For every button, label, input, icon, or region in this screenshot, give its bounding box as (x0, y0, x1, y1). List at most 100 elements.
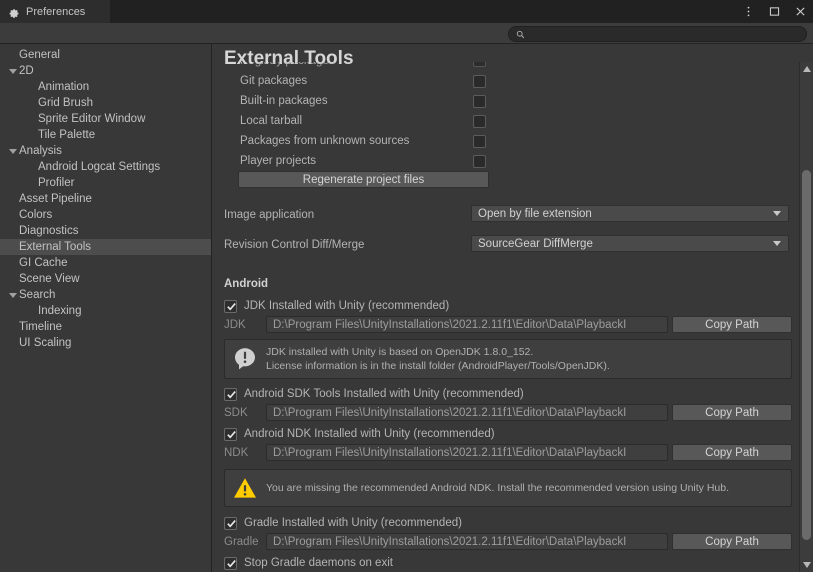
sidebar-item-label: Scene View (19, 273, 80, 285)
gradle-copy-path-button[interactable]: Copy Path (672, 533, 792, 551)
package-row-packages-from-unknown-sources[interactable]: Packages from unknown sources (213, 131, 797, 151)
sdk-path-row: SDK D:\Program Files\UnityInstallations\… (213, 404, 797, 424)
image-application-label: Image application (224, 209, 315, 221)
kebab-menu-icon[interactable] (742, 5, 755, 18)
sidebar-item-analysis[interactable]: Analysis (0, 143, 211, 159)
preferences-window: Preferences General 2D Animation Grid Br… (0, 0, 813, 572)
info-icon (235, 348, 255, 370)
jdk-copy-path-button[interactable]: Copy Path (672, 316, 792, 333)
package-row-git-packages[interactable]: Git packages (213, 71, 797, 91)
sidebar-item-diagnostics[interactable]: Diagnostics (0, 223, 211, 239)
warning-icon (234, 478, 256, 498)
gradle-installed-checkbox-row[interactable]: Gradle Installed with Unity (recommended… (213, 513, 797, 533)
jdk-info-line-1: JDK installed with Unity is based on Ope… (266, 346, 534, 358)
tab-preferences[interactable]: Preferences (0, 0, 110, 23)
search-field[interactable] (508, 26, 807, 42)
sdk-installed-checkbox[interactable] (224, 387, 237, 401)
sidebar-item-tile-palette[interactable]: Tile Palette (0, 127, 211, 143)
package-row-label: Player projects (240, 155, 317, 167)
image-application-value: Open by file extension (478, 207, 592, 220)
ndk-installed-checkbox-row[interactable]: Android NDK Installed with Unity (recomm… (213, 424, 797, 444)
sidebar-item-indexing[interactable]: Indexing (0, 303, 211, 319)
chevron-down-icon (773, 211, 781, 216)
checkmark-icon (227, 390, 236, 399)
package-row-registry-packages[interactable]: Registry packages (213, 62, 797, 71)
ndk-field-label: NDK (224, 447, 249, 460)
package-row-label: Built-in packages (240, 95, 328, 107)
regenerate-project-files-button[interactable]: Regenerate project files (238, 171, 489, 188)
chevron-down-icon[interactable] (9, 148, 17, 154)
chevron-down-icon (773, 241, 781, 246)
sdk-path-field[interactable]: D:\Program Files\UnityInstallations\2021… (266, 404, 668, 422)
image-application-dropdown[interactable]: Open by file extension (471, 205, 789, 222)
project-generation-package-list: Registry packages Git packages Built-in pa… (213, 62, 797, 171)
package-row-player-projects[interactable]: Player projects (213, 151, 797, 171)
checkmark-icon (227, 519, 236, 528)
sidebar-item-timeline[interactable]: Timeline (0, 319, 211, 335)
vertical-scrollbar[interactable] (799, 62, 813, 572)
title-bar: Preferences (0, 0, 813, 23)
gradle-path-field[interactable]: D:\Program Files\UnityInstallations\2021… (266, 533, 668, 551)
sidebar-item-label: UI Scaling (19, 337, 72, 349)
sidebar-item-search[interactable]: Search (0, 287, 211, 303)
package-row-checkbox[interactable] (473, 114, 486, 128)
package-row-checkbox[interactable] (473, 74, 486, 88)
sidebar-item-label: Timeline (19, 321, 63, 333)
sidebar-item-2d[interactable]: 2D (0, 63, 211, 79)
package-row-checkbox[interactable] (473, 154, 486, 168)
jdk-path-field[interactable]: D:\Program Files\UnityInstallations\2021… (266, 316, 668, 333)
chevron-down-icon[interactable] (9, 292, 17, 298)
sdk-installed-checkbox-row[interactable]: Android SDK Tools Installed with Unity (… (213, 384, 797, 404)
maximize-icon[interactable] (768, 5, 781, 18)
sidebar-item-grid-brush[interactable]: Grid Brush (0, 95, 211, 111)
sidebar-item-label: Grid Brush (38, 97, 93, 109)
ndk-installed-checkbox[interactable] (224, 427, 237, 441)
package-row-checkbox[interactable] (473, 134, 486, 148)
toolbar (0, 23, 813, 44)
package-row-local-tarball[interactable]: Local tarball (213, 111, 797, 131)
jdk-installed-checkbox[interactable] (224, 299, 237, 313)
search-input[interactable] (529, 28, 779, 40)
chevron-down-icon[interactable] (9, 68, 17, 74)
close-icon[interactable] (794, 5, 807, 18)
package-row-label: Local tarball (240, 115, 303, 127)
scrollbar-thumb[interactable] (802, 170, 811, 540)
sidebar-item-label: External Tools (19, 241, 92, 253)
stop-gradle-daemons-checkbox-row[interactable]: Stop Gradle daemons on exit (213, 553, 797, 572)
sidebar-item-general[interactable]: General (0, 47, 211, 63)
package-row-checkbox[interactable] (473, 94, 486, 108)
jdk-installed-label: JDK Installed with Unity (recommended) (244, 300, 450, 312)
sidebar-item-ui-scaling[interactable]: UI Scaling (0, 335, 211, 351)
sidebar-item-label: Tile Palette (38, 129, 96, 141)
package-row-checkbox[interactable] (473, 62, 486, 67)
scroll-down-arrow-icon[interactable] (803, 562, 811, 568)
sidebar-item-label: Android Logcat Settings (38, 161, 161, 173)
ndk-path-field[interactable]: D:\Program Files\UnityInstallations\2021… (266, 444, 668, 462)
sidebar-item-sprite-editor-window[interactable]: Sprite Editor Window (0, 111, 211, 127)
gradle-installed-checkbox[interactable] (224, 516, 237, 530)
jdk-installed-checkbox-row[interactable]: JDK Installed with Unity (recommended) (213, 296, 797, 316)
sidebar-item-label: Indexing (38, 305, 82, 317)
gradle-field-label: Gradle (224, 536, 259, 549)
sidebar-item-android-logcat-settings[interactable]: Android Logcat Settings (0, 159, 211, 175)
revision-control-dropdown[interactable]: SourceGear DiffMerge (471, 235, 789, 252)
sdk-field-label: SDK (224, 407, 248, 420)
sidebar-item-gi-cache[interactable]: GI Cache (0, 255, 211, 271)
stop-gradle-daemons-checkbox[interactable] (224, 556, 237, 570)
ndk-path-row: NDK D:\Program Files\UnityInstallations\… (213, 444, 797, 464)
scroll-up-arrow-icon[interactable] (803, 66, 811, 72)
sidebar-item-scene-view[interactable]: Scene View (0, 271, 211, 287)
sidebar-item-external-tools[interactable]: External Tools (0, 239, 211, 255)
ndk-copy-path-button[interactable]: Copy Path (672, 444, 792, 462)
sidebar-item-asset-pipeline[interactable]: Asset Pipeline (0, 191, 211, 207)
sidebar-item-colors[interactable]: Colors (0, 207, 211, 223)
window-controls (742, 0, 807, 23)
sidebar-item-animation[interactable]: Animation (0, 79, 211, 95)
sidebar-item-profiler[interactable]: Profiler (0, 175, 211, 191)
stop-gradle-daemons-label: Stop Gradle daemons on exit (244, 557, 393, 570)
checkmark-icon (227, 302, 236, 310)
checkmark-icon (227, 559, 236, 568)
package-row-built-in-packages[interactable]: Built-in packages (213, 91, 797, 111)
image-application-row: Image application Open by file extension (213, 205, 797, 230)
sdk-copy-path-button[interactable]: Copy Path (672, 404, 792, 422)
